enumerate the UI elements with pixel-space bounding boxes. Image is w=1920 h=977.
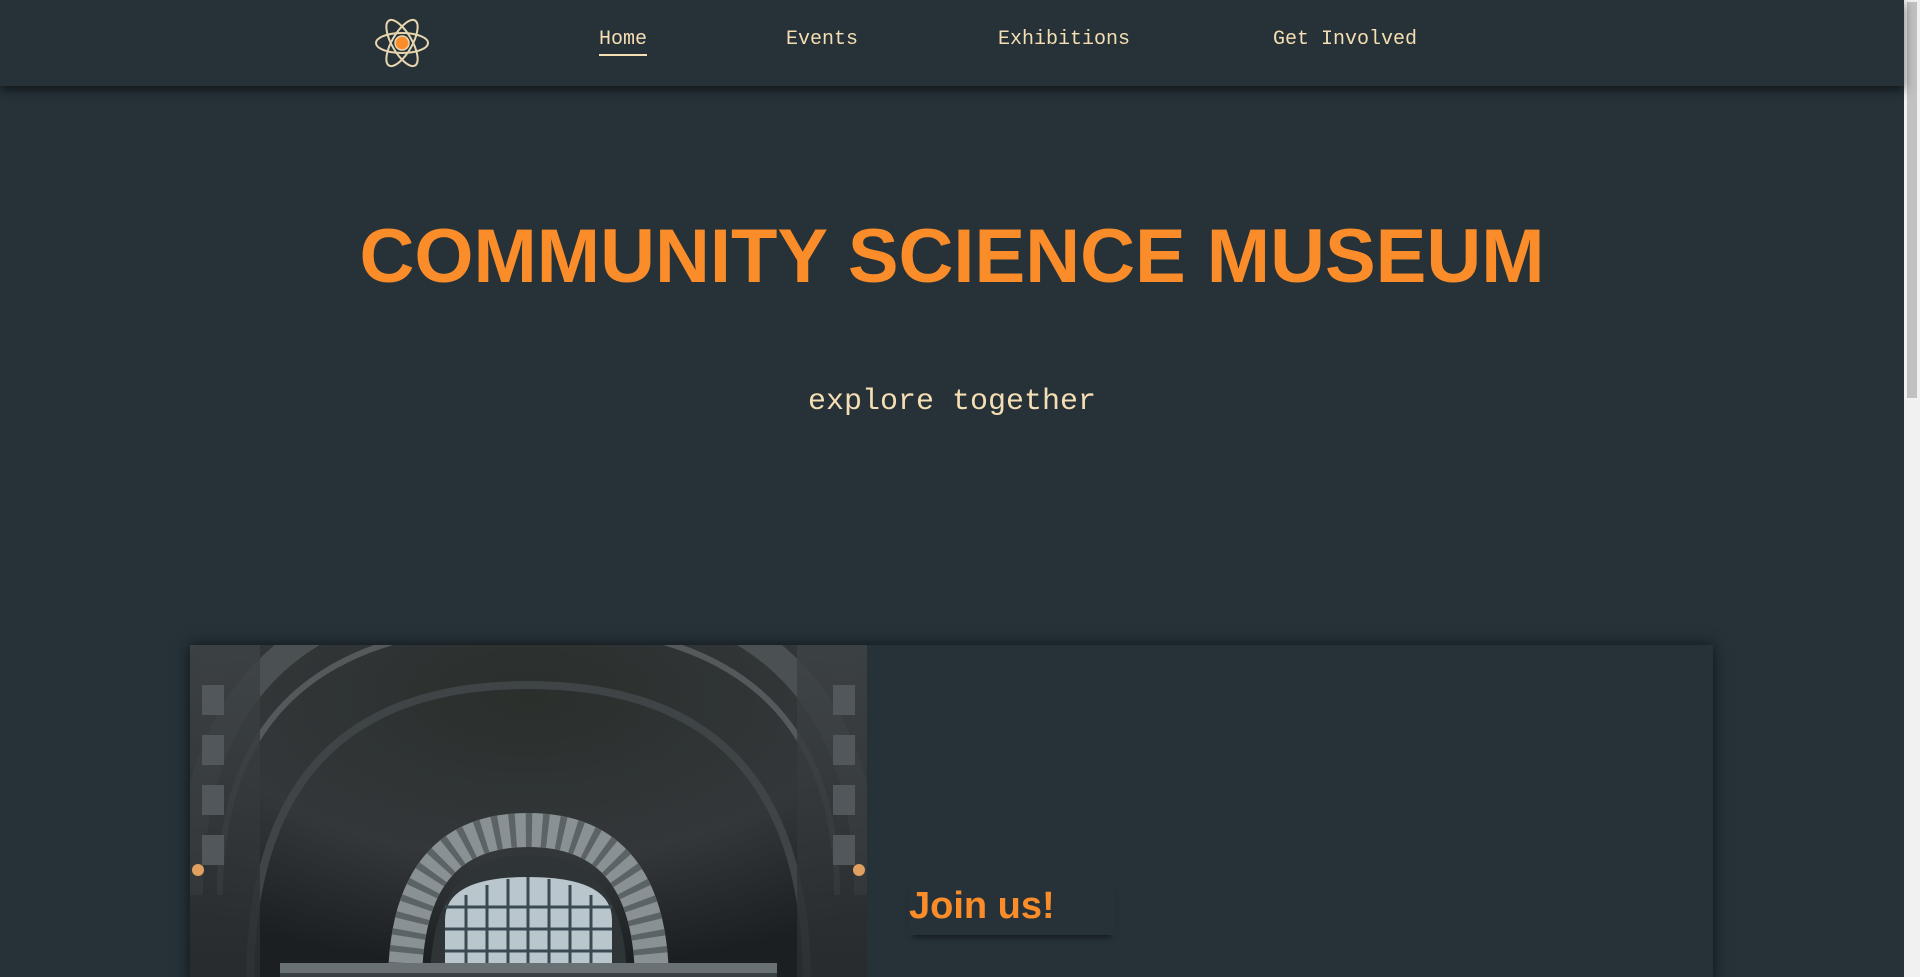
navbar: Home Events Exhibitions Get Involved	[0, 0, 1904, 86]
nav-link-get-involved[interactable]: Get Involved	[1273, 26, 1417, 54]
museum-dome-image	[190, 645, 867, 977]
nav-link-home[interactable]: Home	[599, 26, 648, 56]
card-heading: Join us!	[909, 881, 1115, 935]
hero-title: COMMUNITY SCIENCE MUSEUM	[359, 214, 1545, 299]
feature-card: Join us!	[190, 645, 1713, 977]
nav-link-exhibitions[interactable]: Exhibitions	[998, 26, 1130, 54]
scrollbar-thumb[interactable]	[1907, 2, 1917, 398]
nav-link-events[interactable]: Events	[786, 26, 858, 54]
page: Home Events Exhibitions Get Involved COM…	[0, 0, 1920, 977]
hero-subtitle: explore together	[807, 385, 1097, 419]
atom-logo-icon[interactable]	[373, 14, 431, 72]
vertical-scrollbar[interactable]	[1904, 0, 1920, 977]
